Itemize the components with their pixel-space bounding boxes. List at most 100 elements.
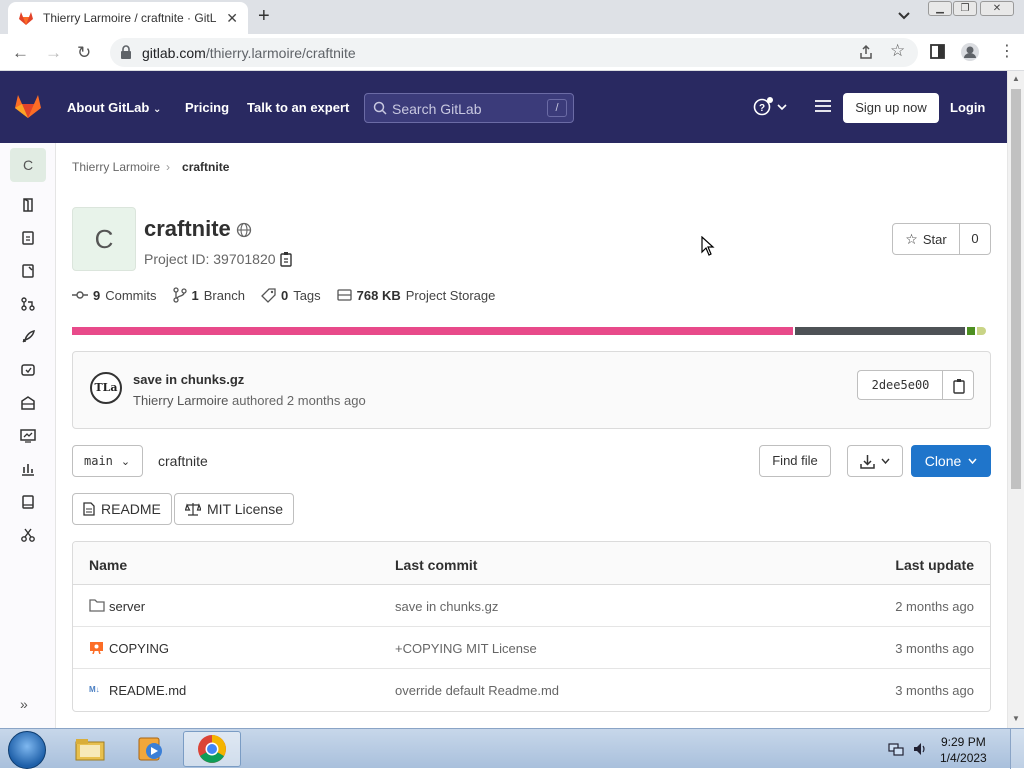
sign-up-button[interactable]: Sign up now — [843, 93, 939, 123]
show-desktop-button[interactable] — [1010, 729, 1024, 769]
file-commit[interactable]: override default Readme.md — [395, 683, 559, 698]
language-segment[interactable] — [967, 327, 976, 335]
ci-cd-icon[interactable] — [20, 296, 36, 312]
license-file-icon — [90, 642, 103, 654]
project-id: Project ID: 39701820 — [144, 251, 276, 267]
copy-project-id-icon[interactable] — [279, 251, 293, 267]
table-row[interactable]: M↓ README.md override default Readme.md … — [73, 669, 990, 711]
file-name[interactable]: COPYING — [109, 641, 169, 656]
help-icon[interactable]: ? — [753, 97, 789, 117]
reload-icon[interactable]: ↻ — [77, 43, 91, 63]
profile-icon[interactable] — [960, 42, 980, 62]
language-segment[interactable] — [72, 327, 794, 335]
restore-icon[interactable]: ❐ — [953, 1, 977, 16]
header-name: Name — [89, 557, 128, 573]
star-count[interactable]: 0 — [960, 224, 990, 254]
gitlab-top-nav: About GitLab ⌄ Pricing Talk to an expert… — [0, 71, 1007, 143]
network-icon[interactable] — [888, 741, 904, 757]
download-button[interactable] — [847, 445, 903, 477]
bookmark-star-icon[interactable]: ☆ — [890, 41, 905, 61]
merge-requests-icon[interactable] — [20, 263, 36, 279]
minimize-icon[interactable]: ▁ — [928, 1, 952, 16]
clock-time: 9:29 PM — [941, 735, 986, 749]
wiki-icon[interactable] — [20, 494, 36, 510]
svg-text:M↓: M↓ — [89, 685, 100, 694]
breadcrumb-owner[interactable]: Thierry Larmoire — [72, 160, 160, 174]
browser-tab[interactable]: Thierry Larmoire / craftnite · GitL ✕ — [8, 2, 248, 34]
repository-icon[interactable] — [20, 197, 36, 213]
file-commit[interactable]: save in chunks.gz — [395, 599, 498, 614]
markdown-icon: M↓ — [89, 685, 100, 694]
project-stats: 9 Commits 1 Branch 0 Tags 768 KB Project Sto… — [72, 287, 495, 303]
talk-to-expert-link[interactable]: Talk to an expert — [247, 100, 349, 115]
file-updated: 2 months ago — [895, 599, 974, 614]
forward-icon[interactable]: → — [45, 43, 62, 63]
monitor-icon[interactable] — [20, 428, 36, 444]
table-row[interactable]: COPYING +COPYING MIT License 3 months ag… — [73, 627, 990, 669]
chrome-taskbar-icon[interactable] — [183, 731, 241, 767]
tab-search-chevron-icon[interactable] — [897, 8, 911, 22]
media-player-taskbar-icon[interactable] — [122, 731, 180, 767]
commits-stat[interactable]: 9 Commits — [72, 287, 157, 303]
gitlab-logo-icon[interactable] — [14, 93, 42, 119]
readme-button[interactable]: README — [72, 493, 172, 525]
file-name[interactable]: README.md — [109, 683, 186, 698]
branch-icon — [172, 287, 187, 303]
license-button[interactable]: MIT License — [174, 493, 294, 525]
commit-sha[interactable]: 2dee5e00 — [857, 370, 943, 400]
scroll-thumb[interactable] — [1011, 89, 1021, 489]
public-globe-icon — [236, 222, 252, 238]
infrastructure-icon[interactable] — [20, 395, 36, 411]
scroll-up-icon[interactable]: ▲ — [1012, 74, 1020, 83]
scroll-down-icon[interactable]: ▼ — [1012, 714, 1020, 723]
new-tab-icon[interactable]: + — [258, 5, 270, 28]
breadcrumb-project[interactable]: craftnite — [182, 160, 229, 174]
tags-stat[interactable]: 0 Tags — [261, 287, 321, 303]
table-row[interactable]: server save in chunks.gz 2 months ago — [73, 585, 990, 627]
volume-icon[interactable] — [912, 741, 928, 757]
login-link[interactable]: Login — [950, 100, 985, 115]
storage-stat[interactable]: 768 KB Project Storage — [337, 287, 495, 303]
language-segment[interactable] — [977, 327, 986, 335]
browser-tab-strip: Thierry Larmoire / craftnite · GitL ✕ + … — [0, 0, 1024, 34]
browser-menu-icon[interactable]: ⋮ — [999, 41, 1015, 61]
packages-icon[interactable] — [20, 362, 36, 378]
window-close-icon[interactable]: ✕ — [980, 1, 1014, 16]
system-clock[interactable]: 9:29 PM 1/4/2023 — [940, 734, 987, 766]
share-icon[interactable] — [858, 44, 874, 60]
about-gitlab-menu[interactable]: About GitLab ⌄ — [67, 100, 161, 115]
author-avatar[interactable]: TLa — [90, 372, 122, 404]
search-gitlab-input[interactable]: Search GitLab / — [364, 93, 574, 123]
star-button[interactable]: ☆ Star 0 — [892, 223, 991, 255]
clone-button[interactable]: Clone — [911, 445, 991, 477]
file-explorer-taskbar-icon[interactable] — [61, 731, 119, 767]
hamburger-menu-icon[interactable] — [815, 99, 831, 113]
find-file-button[interactable]: Find file — [759, 445, 831, 477]
side-panel-icon[interactable] — [930, 44, 945, 59]
project-avatar: C — [72, 207, 136, 271]
page-scrollbar[interactable]: ▲ ▼ — [1007, 71, 1024, 728]
chevron-right-icon: › — [166, 160, 171, 174]
commit-message[interactable]: save in chunks.gz — [133, 372, 244, 387]
start-button-icon[interactable] — [8, 731, 46, 769]
commit-author-name[interactable]: Thierry Larmoire — [133, 393, 228, 408]
tab-close-icon[interactable]: ✕ — [226, 10, 238, 27]
address-bar[interactable]: gitlab.com/thierry.larmoire/craftnite — [110, 38, 918, 67]
file-updated: 3 months ago — [895, 683, 974, 698]
deployments-icon[interactable] — [20, 329, 36, 345]
branch-stat[interactable]: 1 Branch — [172, 287, 245, 303]
collapse-sidebar-icon[interactable]: » — [20, 696, 28, 712]
copy-sha-button[interactable] — [942, 370, 974, 400]
file-commit[interactable]: +COPYING MIT License — [395, 641, 537, 656]
analytics-icon[interactable] — [20, 461, 36, 477]
back-icon[interactable]: ← — [12, 43, 29, 63]
language-segment[interactable] — [795, 327, 966, 335]
pricing-link[interactable]: Pricing — [185, 100, 229, 115]
project-title: craftnite — [144, 216, 231, 241]
issues-icon[interactable] — [20, 230, 36, 246]
branch-dropdown[interactable]: main ⌄ — [72, 445, 143, 477]
snippets-icon[interactable] — [20, 527, 36, 543]
repo-path[interactable]: craftnite — [158, 453, 208, 469]
file-name[interactable]: server — [109, 599, 145, 614]
sidebar-project-avatar[interactable]: C — [10, 148, 46, 182]
